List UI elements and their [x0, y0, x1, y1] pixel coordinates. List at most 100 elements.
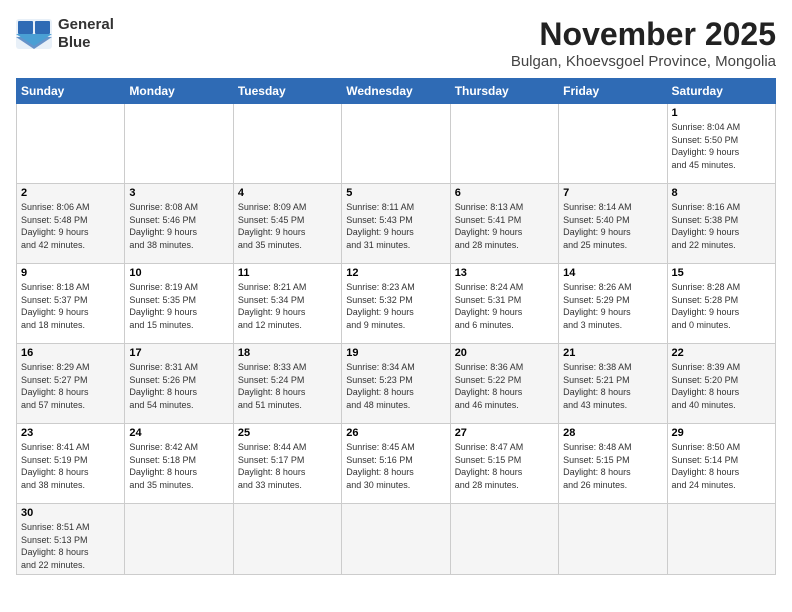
calendar-cell: [125, 104, 233, 184]
day-info: Sunrise: 8:33 AM Sunset: 5:24 PM Dayligh…: [238, 361, 337, 411]
calendar-cell: 27Sunrise: 8:47 AM Sunset: 5:15 PM Dayli…: [450, 424, 558, 504]
day-number: 20: [455, 347, 554, 359]
day-number: 3: [129, 187, 228, 199]
calendar-cell: [125, 504, 233, 575]
day-number: 6: [455, 187, 554, 199]
day-info: Sunrise: 8:38 AM Sunset: 5:21 PM Dayligh…: [563, 361, 662, 411]
calendar-cell: [17, 104, 125, 184]
header-tuesday: Tuesday: [233, 79, 341, 104]
title-area: November 2025 Bulgan, Khoevsgoel Provinc…: [511, 16, 776, 70]
calendar-cell: 22Sunrise: 8:39 AM Sunset: 5:20 PM Dayli…: [667, 344, 775, 424]
day-number: 2: [21, 187, 120, 199]
header-sunday: Sunday: [17, 79, 125, 104]
day-number: 13: [455, 267, 554, 279]
day-info: Sunrise: 8:36 AM Sunset: 5:22 PM Dayligh…: [455, 361, 554, 411]
day-info: Sunrise: 8:21 AM Sunset: 5:34 PM Dayligh…: [238, 281, 337, 331]
calendar-cell: 12 Sunrise: 8:23 AM Sunset: 5:32 PM Dayli…: [342, 264, 450, 344]
day-info: Sunrise: 8:34 AM Sunset: 5:23 PM Dayligh…: [346, 361, 445, 411]
header-monday: Monday: [125, 79, 233, 104]
calendar-week-5: 23 Sunrise: 8:41 AM Sunset: 5:19 PM Dayli…: [17, 424, 776, 504]
calendar-cell: [450, 504, 558, 575]
calendar-week-6: 30Sunrise: 8:51 AM Sunset: 5:13 PM Dayli…: [17, 504, 776, 575]
day-number: 23: [21, 427, 120, 439]
day-number: 15: [672, 267, 771, 279]
calendar-cell: 10Sunrise: 8:19 AM Sunset: 5:35 PM Dayli…: [125, 264, 233, 344]
day-number: 5: [346, 187, 445, 199]
calendar-cell: [559, 504, 667, 575]
day-number: 17: [129, 347, 228, 359]
day-number: 22: [672, 347, 771, 359]
day-info: Sunrise: 8:06 AM Sunset: 5:48 PM Dayligh…: [21, 201, 120, 251]
day-info: Sunrise: 8:23 AM Sunset: 5:32 PM Dayligh…: [346, 281, 445, 331]
day-info: Sunrise: 8:41 AM Sunset: 5:19 PM Dayligh…: [21, 441, 120, 491]
day-number: 7: [563, 187, 662, 199]
day-info: Sunrise: 8:18 AM Sunset: 5:37 PM Dayligh…: [21, 281, 120, 331]
calendar-cell: [233, 104, 341, 184]
day-number: 27: [455, 427, 554, 439]
calendar-cell: 28 Sunrise: 8:48 AM Sunset: 5:15 PM Dayli…: [559, 424, 667, 504]
header-wednesday: Wednesday: [342, 79, 450, 104]
day-info: Sunrise: 8:31 AM Sunset: 5:26 PM Dayligh…: [129, 361, 228, 411]
day-info: Sunrise: 8:24 AM Sunset: 5:31 PM Dayligh…: [455, 281, 554, 331]
calendar-cell: 20 Sunrise: 8:36 AM Sunset: 5:22 PM Dayli…: [450, 344, 558, 424]
day-info: Sunrise: 8:16 AM Sunset: 5:38 PM Dayligh…: [672, 201, 771, 251]
calendar-cell: 5Sunrise: 8:11 AM Sunset: 5:43 PM Daylig…: [342, 184, 450, 264]
day-info: Sunrise: 8:13 AM Sunset: 5:41 PM Dayligh…: [455, 201, 554, 251]
calendar-header-row: SundayMondayTuesdayWednesdayThursdayFrid…: [17, 79, 776, 104]
calendar-cell: 4 Sunrise: 8:09 AM Sunset: 5:45 PM Daylig…: [233, 184, 341, 264]
day-number: 12: [346, 267, 445, 279]
day-info: Sunrise: 8:09 AM Sunset: 5:45 PM Dayligh…: [238, 201, 337, 251]
day-info: Sunrise: 8:04 AM Sunset: 5:50 PM Dayligh…: [672, 121, 771, 171]
calendar-cell: [559, 104, 667, 184]
calendar-cell: 14Sunrise: 8:26 AM Sunset: 5:29 PM Dayli…: [559, 264, 667, 344]
calendar-cell: [233, 504, 341, 575]
day-info: Sunrise: 8:50 AM Sunset: 5:14 PM Dayligh…: [672, 441, 771, 491]
day-number: 30: [21, 507, 120, 519]
day-number: 24: [129, 427, 228, 439]
calendar-cell: 23 Sunrise: 8:41 AM Sunset: 5:19 PM Dayli…: [17, 424, 125, 504]
calendar-week-1: 1 Sunrise: 8:04 AM Sunset: 5:50 PM Daylig…: [17, 104, 776, 184]
calendar-cell: [667, 504, 775, 575]
subtitle: Bulgan, Khoevsgoel Province, Mongolia: [511, 53, 776, 70]
day-number: 18: [238, 347, 337, 359]
calendar-cell: 19 Sunrise: 8:34 AM Sunset: 5:23 PM Dayli…: [342, 344, 450, 424]
header: General Blue November 2025 Bulgan, Khoev…: [16, 16, 776, 70]
calendar-cell: 21Sunrise: 8:38 AM Sunset: 5:21 PM Dayli…: [559, 344, 667, 424]
day-info: Sunrise: 8:42 AM Sunset: 5:18 PM Dayligh…: [129, 441, 228, 491]
calendar-cell: 2 Sunrise: 8:06 AM Sunset: 5:48 PM Daylig…: [17, 184, 125, 264]
logo-icon: [16, 19, 52, 49]
logo: General Blue: [16, 16, 114, 52]
day-number: 9: [21, 267, 120, 279]
day-number: 25: [238, 427, 337, 439]
calendar-week-4: 16 Sunrise: 8:29 AM Sunset: 5:27 PM Dayli…: [17, 344, 776, 424]
calendar-cell: 3Sunrise: 8:08 AM Sunset: 5:46 PM Daylig…: [125, 184, 233, 264]
day-number: 19: [346, 347, 445, 359]
day-number: 4: [238, 187, 337, 199]
day-info: Sunrise: 8:48 AM Sunset: 5:15 PM Dayligh…: [563, 441, 662, 491]
calendar-cell: 29 Sunrise: 8:50 AM Sunset: 5:14 PM Dayli…: [667, 424, 775, 504]
day-number: 28: [563, 427, 662, 439]
day-number: 14: [563, 267, 662, 279]
day-info: Sunrise: 8:19 AM Sunset: 5:35 PM Dayligh…: [129, 281, 228, 331]
calendar-cell: 26 Sunrise: 8:45 AM Sunset: 5:16 PM Dayli…: [342, 424, 450, 504]
day-number: 26: [346, 427, 445, 439]
day-info: Sunrise: 8:29 AM Sunset: 5:27 PM Dayligh…: [21, 361, 120, 411]
logo-text: General Blue: [58, 16, 114, 52]
day-number: 29: [672, 427, 771, 439]
calendar-week-2: 2 Sunrise: 8:06 AM Sunset: 5:48 PM Daylig…: [17, 184, 776, 264]
day-info: Sunrise: 8:45 AM Sunset: 5:16 PM Dayligh…: [346, 441, 445, 491]
day-info: Sunrise: 8:44 AM Sunset: 5:17 PM Dayligh…: [238, 441, 337, 491]
calendar-cell: 1 Sunrise: 8:04 AM Sunset: 5:50 PM Daylig…: [667, 104, 775, 184]
day-number: 1: [672, 107, 771, 119]
day-number: 8: [672, 187, 771, 199]
calendar-cell: 30Sunrise: 8:51 AM Sunset: 5:13 PM Dayli…: [17, 504, 125, 575]
calendar-week-3: 9 Sunrise: 8:18 AM Sunset: 5:37 PM Daylig…: [17, 264, 776, 344]
day-info: Sunrise: 8:28 AM Sunset: 5:28 PM Dayligh…: [672, 281, 771, 331]
calendar-cell: 16 Sunrise: 8:29 AM Sunset: 5:27 PM Dayli…: [17, 344, 125, 424]
day-info: Sunrise: 8:14 AM Sunset: 5:40 PM Dayligh…: [563, 201, 662, 251]
calendar-cell: [342, 504, 450, 575]
calendar-cell: 24 Sunrise: 8:42 AM Sunset: 5:18 PM Dayli…: [125, 424, 233, 504]
main-title: November 2025: [511, 16, 776, 53]
calendar-cell: 6 Sunrise: 8:13 AM Sunset: 5:41 PM Daylig…: [450, 184, 558, 264]
day-number: 16: [21, 347, 120, 359]
